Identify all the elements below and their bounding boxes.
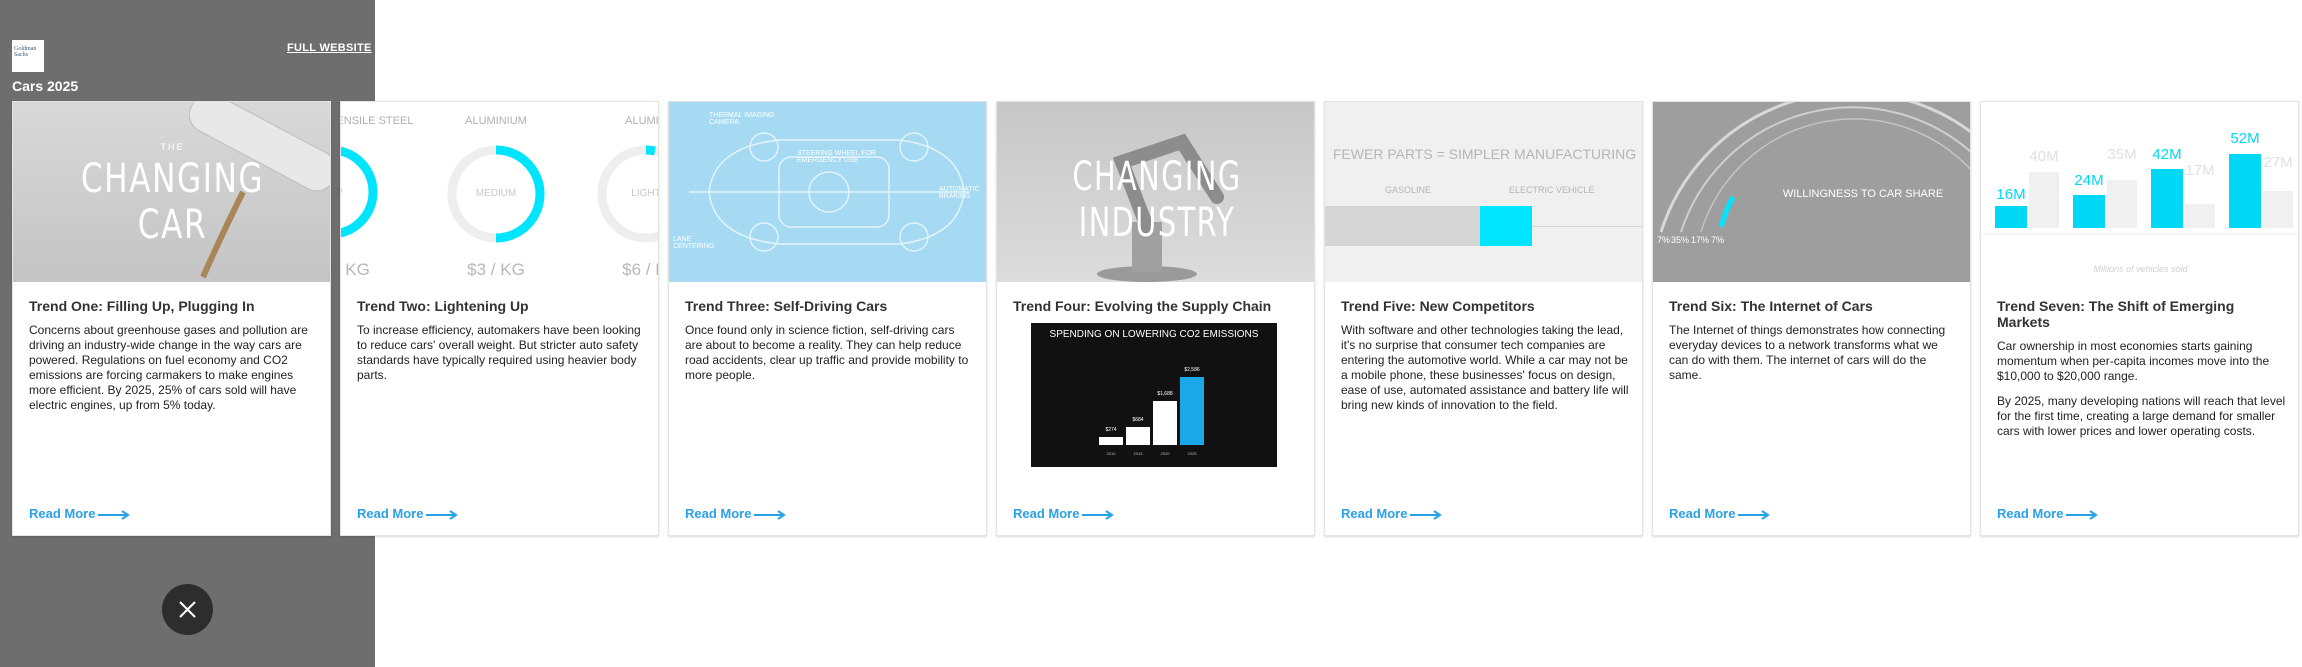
card-text: Once found only in science fiction, self… bbox=[685, 323, 969, 382]
gasoline-label: GASOLINE bbox=[1385, 185, 1432, 195]
emissions-figure: SPENDING ON LOWERING CO2 EMISSIONS $274 … bbox=[1031, 323, 1277, 467]
percent-label: 7% bbox=[1657, 235, 1671, 245]
trend-card-4[interactable]: CHANGING INDUSTRY Trend Four: Evolving t… bbox=[996, 101, 1315, 536]
material-label: HIGH-TENSILE STEEL bbox=[341, 115, 414, 127]
car-share-image: WILLINGNESS TO CAR SHARE 7% 35% 17% 7% bbox=[1653, 102, 1970, 282]
divider bbox=[1532, 226, 1642, 227]
trend-card-5[interactable]: FEWER PARTS = SIMPLER MANUFACTURING GASO… bbox=[1324, 101, 1643, 536]
material-label: ALUMINIUM bbox=[465, 115, 527, 127]
electric-vehicle-label: ELECTRIC VEHICLE bbox=[1509, 185, 1595, 195]
image-heading: CHANGING CAR bbox=[80, 156, 265, 248]
goldman-sachs-logo[interactable]: Goldman Sachs bbox=[12, 40, 44, 72]
x-axis-label: 2025 bbox=[1187, 451, 1197, 456]
read-more-label: Read More bbox=[1997, 506, 2064, 521]
bar-value-label: 27M bbox=[2263, 154, 2293, 171]
read-more-link[interactable]: Read More bbox=[357, 506, 459, 521]
read-more-link[interactable]: Read More bbox=[1341, 506, 1443, 521]
bar-value-label: 40M bbox=[2029, 148, 2059, 165]
read-more-label: Read More bbox=[685, 506, 752, 521]
read-more-link[interactable]: Read More bbox=[685, 506, 787, 521]
card-text: The Internet of things demonstrates how … bbox=[1669, 323, 1946, 382]
material-label: ALUMINIUM bbox=[625, 115, 659, 127]
ring-label: LOW bbox=[341, 188, 361, 199]
fewer-parts-image: FEWER PARTS = SIMPLER MANUFACTURING GASO… bbox=[1325, 102, 1642, 282]
trend-card-2[interactable]: HIGH-TENSILE STEEL ALUMINIUM ALUMINIUM L… bbox=[340, 101, 659, 536]
card-text: Concerns about greenhouse gases and poll… bbox=[29, 323, 308, 412]
read-more-label: Read More bbox=[29, 506, 96, 521]
logo-text: Goldman Sachs bbox=[14, 46, 37, 58]
image-heading: FEWER PARTS = SIMPLER MANUFACTURING bbox=[1332, 146, 1637, 162]
ring-label: MEDIUM bbox=[475, 188, 517, 199]
bar-value-label: $684 bbox=[1132, 417, 1144, 423]
percent-label: 7% bbox=[1711, 235, 1725, 245]
trend-card-1[interactable]: THE CHANGING CAR Trend One: Filling Up, … bbox=[12, 101, 331, 536]
image-heading: CHANGING INDUSTRY bbox=[1072, 154, 1242, 246]
card-title: Trend Two: Lightening Up bbox=[357, 298, 529, 314]
arrow-right-icon bbox=[1082, 509, 1115, 520]
percent-label: 17% bbox=[1691, 235, 1710, 245]
image-small-label: THE bbox=[160, 142, 185, 152]
card-title: Trend One: Filling Up, Plugging In bbox=[29, 298, 255, 314]
emerging-markets-image: 16M 40M 24M 35M 42M 17M 52M 27M Millions… bbox=[1981, 102, 2298, 282]
percent-label: 35% bbox=[1671, 235, 1690, 245]
chart-caption: Millions of vehicles sold bbox=[2093, 264, 2188, 274]
bar-value-label: 42M bbox=[2152, 146, 2182, 163]
card-text: Car ownership in most economies starts g… bbox=[1997, 339, 2270, 383]
read-more-label: Read More bbox=[1341, 506, 1408, 521]
price-label: $6 / KG bbox=[622, 260, 658, 279]
gasoline-bar bbox=[1325, 206, 1480, 246]
read-more-link[interactable]: Read More bbox=[1669, 506, 1771, 521]
bar-value-label: 17M bbox=[2185, 162, 2215, 179]
trend-card-6[interactable]: WILLINGNESS TO CAR SHARE 7% 35% 17% 7% T… bbox=[1652, 101, 1971, 536]
card-text: To increase efficiency, automakers have … bbox=[357, 323, 641, 382]
card-title: Trend Seven: The Shift of Emerging Marke… bbox=[1997, 298, 2235, 330]
bar-value-label: $2,586 bbox=[1184, 367, 1200, 373]
self-driving-car-image: THERMAL IMAGING CAMERA STEERING WHEEL FO… bbox=[669, 102, 986, 282]
arrow-right-icon bbox=[1738, 509, 1771, 520]
trend-card-3[interactable]: THERMAL IMAGING CAMERA STEERING WHEEL FO… bbox=[668, 101, 987, 536]
card-title: Trend Five: New Competitors bbox=[1341, 298, 1535, 314]
page-title: Cars 2025 bbox=[12, 78, 79, 94]
bar-value-label: 24M bbox=[2074, 172, 2104, 189]
bar-value-label: 52M bbox=[2230, 130, 2260, 147]
card-text: With software and other technologies tak… bbox=[1341, 323, 1629, 412]
read-more-link[interactable]: Read More bbox=[1997, 506, 2099, 521]
close-button[interactable] bbox=[162, 584, 213, 635]
bar-value-label: $1,688 bbox=[1157, 391, 1173, 397]
bar-value-label: 16M bbox=[1996, 186, 2026, 203]
read-more-label: Read More bbox=[1669, 506, 1736, 521]
diagram-label: LANE CENTERING bbox=[673, 236, 715, 250]
close-icon bbox=[179, 601, 196, 618]
diagram-label: STEERING WHEEL FOR EMERGENCY USE bbox=[797, 150, 877, 164]
robot-arm-image: CHANGING INDUSTRY bbox=[997, 102, 1314, 282]
card-title: Trend Three: Self-Driving Cars bbox=[685, 298, 888, 314]
card-text: By 2025, many developing nations will re… bbox=[1997, 394, 2286, 438]
read-more-link[interactable]: Read More bbox=[29, 506, 131, 521]
trend-card-7[interactable]: 16M 40M 24M 35M 42M 17M 52M 27M Millions… bbox=[1980, 101, 2299, 536]
arrow-right-icon bbox=[2066, 509, 2099, 520]
read-more-label: Read More bbox=[357, 506, 424, 521]
arrow-right-icon bbox=[1410, 509, 1443, 520]
arrow-right-icon bbox=[98, 509, 131, 520]
card-title: Trend Four: Evolving the Supply Chain bbox=[1013, 298, 1272, 314]
arrow-right-icon bbox=[426, 509, 459, 520]
ring-label: LIGHT bbox=[631, 188, 659, 199]
diagram-label: THERMAL IMAGING CAMERA bbox=[709, 112, 775, 126]
price-label: $3 / KG bbox=[467, 260, 525, 279]
read-more-label: Read More bbox=[1013, 506, 1080, 521]
bar-value-label: $274 bbox=[1105, 427, 1117, 433]
diagram-label: AUTOMATIC BRAKING bbox=[939, 186, 980, 200]
card-title: Trend Six: The Internet of Cars bbox=[1669, 298, 1873, 314]
changing-car-image: THE CHANGING CAR bbox=[13, 102, 330, 282]
electric-vehicle-bar bbox=[1480, 206, 1532, 246]
full-website-link[interactable]: FULL WEBSITE bbox=[287, 42, 372, 54]
arrow-right-icon bbox=[754, 509, 787, 520]
bar-value-label: 35M bbox=[2107, 146, 2137, 163]
price-label: $1 / KG bbox=[341, 260, 370, 279]
read-more-link[interactable]: Read More bbox=[1013, 506, 1115, 521]
image-heading: WILLINGNESS TO CAR SHARE bbox=[1782, 188, 1944, 200]
materials-image: HIGH-TENSILE STEEL ALUMINIUM ALUMINIUM L… bbox=[341, 102, 659, 282]
